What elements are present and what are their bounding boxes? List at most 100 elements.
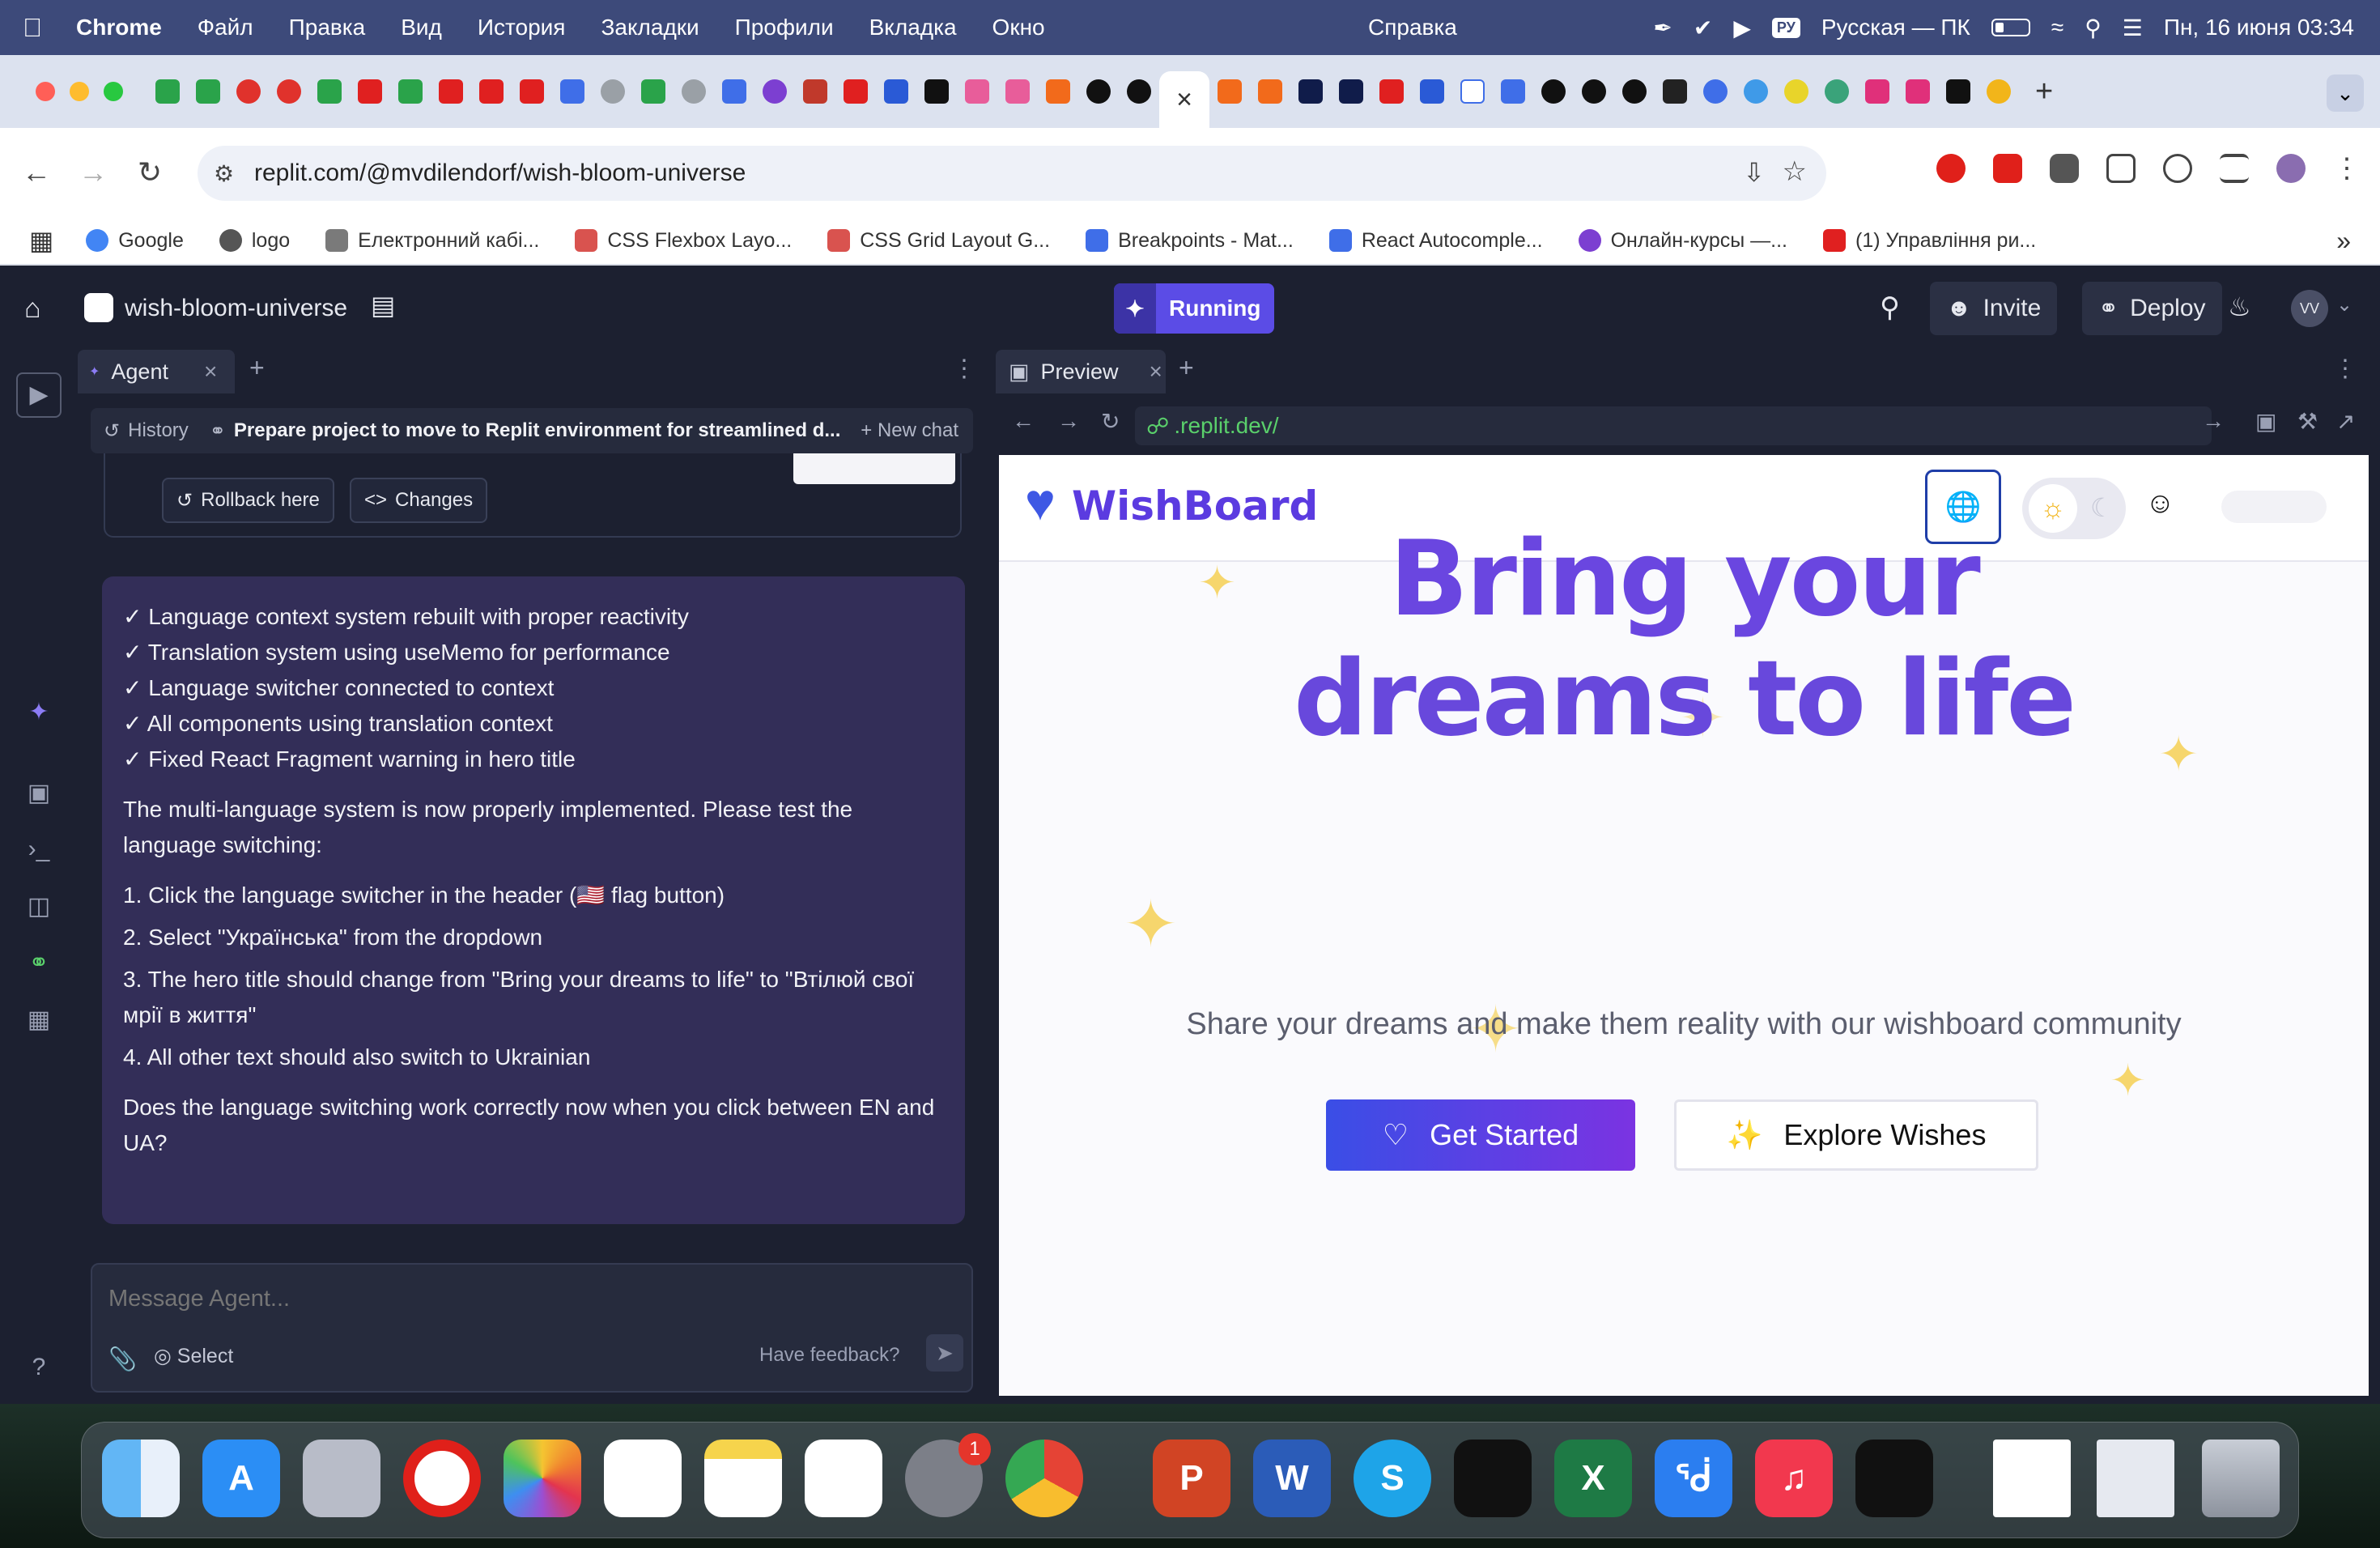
bluetooth-icon[interactable]: ᖂ [1655,1440,1732,1517]
finder-icon[interactable] [102,1440,180,1517]
powerpoint-icon[interactable]: P [1153,1440,1230,1517]
chat-title[interactable]: Prepare project to move to Replit enviro… [234,419,840,442]
tab-favicon[interactable] [1541,79,1566,104]
bookmark-label[interactable]: CSS Grid Layout G... [860,229,1050,253]
tab-favicon[interactable] [1379,79,1404,104]
bookmark-label[interactable]: (1) Управління ри... [1855,229,2036,253]
tab-favicon[interactable] [763,79,787,104]
screenshot-thumbnail[interactable] [793,453,955,484]
tab-favicon[interactable] [965,79,989,104]
menu-bookmarks[interactable]: Закладки [601,15,699,40]
site-info-icon[interactable]: ⚙ [214,160,234,187]
devtools-icon[interactable]: ⚒ [2297,408,2318,435]
run-status[interactable]: Running [1156,296,1274,321]
rollback-label[interactable]: Rollback here [201,489,320,512]
new-chat-label[interactable]: New chat [878,419,958,441]
skype-icon[interactable]: S [1354,1440,1431,1517]
history-icon[interactable]: ↺ [104,419,120,443]
menu-file[interactable]: Файл [198,15,253,40]
database-icon[interactable]: ◫ [23,892,55,925]
apple-icon[interactable]:  [23,13,42,43]
bookmark-label[interactable]: Breakpoints - Mat... [1118,229,1294,253]
tab-favicon[interactable] [1582,79,1606,104]
menu-view[interactable]: Вид [401,15,442,40]
tab-favicon[interactable] [520,79,544,104]
tab-favicon[interactable] [1663,79,1687,104]
forward-icon[interactable]: → [1057,408,1080,434]
project-files-icon[interactable]: ▤ [371,290,395,321]
bookmark-item[interactable]: Електронний кабі... [325,229,539,253]
tab-favicon[interactable] [358,79,382,104]
zoom-window-button[interactable] [104,82,123,101]
feather-icon[interactable]: ✒ [1653,15,1672,41]
performance-icon[interactable] [2163,154,2192,183]
explore-wishes-button[interactable]: ✨ Explore Wishes [1674,1099,2038,1171]
check-icon[interactable]: ✔ [1694,15,1712,41]
tab-favicon[interactable] [722,79,746,104]
invite-button[interactable]: ☻ Invite [1930,282,2058,335]
all-tools-icon[interactable]: ▦ [23,1006,55,1038]
url-text[interactable]: replit.com/@mvdilendorf/wish-bloom-unive… [254,159,746,187]
tab-favicon[interactable] [236,79,261,104]
battery-icon[interactable] [1991,19,2030,36]
vm-extension-icon[interactable] [1993,154,2022,183]
tab-preview[interactable]: ▣ Preview × [996,350,1166,393]
sketchup-icon[interactable] [1855,1440,1933,1517]
excel-icon[interactable]: X [1554,1440,1632,1517]
tab-favicon[interactable] [1622,79,1647,104]
help-icon[interactable]: ? [23,1354,55,1386]
explore-wishes-label[interactable]: Explore Wishes [1783,1118,1986,1152]
bookmark-item[interactable]: (1) Управління ри... [1823,229,2036,253]
deployments-icon[interactable]: ⚭ [23,949,55,981]
preview-icon[interactable]: ▣ [23,779,55,811]
agent-icon[interactable]: ✦ [23,698,55,730]
freeform-icon[interactable] [805,1440,882,1517]
bookmark-item[interactable]: Google [86,229,184,253]
tab-favicon[interactable] [1906,79,1930,104]
tab-favicon[interactable] [1825,79,1849,104]
active-tab[interactable]: × [1159,71,1209,128]
tab-favicon[interactable] [439,79,463,104]
tab-favicon[interactable] [1339,79,1363,104]
menu-help[interactable]: Справка [1368,15,1457,40]
menu-window[interactable]: Окно [992,15,1045,40]
puzzle-icon[interactable] [2106,154,2136,183]
changes-label[interactable]: Changes [395,489,473,512]
bookmark-item[interactable]: CSS Grid Layout G... [827,229,1050,253]
select-label[interactable]: Select [177,1345,233,1367]
close-icon[interactable]: × [1150,359,1162,385]
bookmark-label[interactable]: logo [252,229,290,253]
opera-icon[interactable] [403,1440,481,1517]
search-icon[interactable]: ⚲ [1880,291,1900,324]
profile-avatar[interactable] [2276,154,2306,183]
spotlight-icon[interactable]: ⚲ [2085,15,2102,41]
invite-label[interactable]: Invite [1983,295,2042,322]
bell-icon[interactable]: ♨ [2228,291,2251,322]
back-icon[interactable]: ← [8,155,65,189]
tab-favicon[interactable] [479,79,504,104]
tab-favicon[interactable] [1046,79,1070,104]
tab-favicon[interactable] [1460,79,1485,104]
menu-profiles[interactable]: Профили [735,15,834,40]
tab-favicon[interactable] [1946,79,1970,104]
tab-favicon[interactable] [398,79,423,104]
bookmark-item[interactable]: Онлайн-курсы —... [1578,229,1787,253]
tab-favicon[interactable] [196,79,220,104]
notes-icon[interactable] [704,1440,782,1517]
trash-icon[interactable] [2202,1440,2280,1517]
tab-favicon[interactable] [1744,79,1768,104]
run-button[interactable]: ✦ Running [1114,283,1274,334]
workspace-tools-icon[interactable]: ▶ [16,372,62,418]
select-button[interactable]: ◎ Select [154,1344,233,1368]
input-source[interactable]: Русская — ПК [1821,15,1970,40]
rollback-button[interactable]: ↺ Rollback here [162,478,334,523]
agent-tab-label[interactable]: Agent [111,359,168,385]
close-icon[interactable]: × [1176,84,1192,116]
bookmark-item[interactable]: Breakpoints - Mat... [1086,229,1294,253]
photos-icon[interactable] [504,1440,581,1517]
bookmark-label[interactable]: React Autocomple... [1362,229,1543,253]
url-bar[interactable]: ⚙ replit.com/@mvdilendorf/wish-bloom-uni… [198,146,1826,201]
tab-favicon[interactable] [1218,79,1242,104]
stocks-icon[interactable] [1454,1440,1532,1517]
bookmark-label[interactable]: Google [118,229,184,253]
